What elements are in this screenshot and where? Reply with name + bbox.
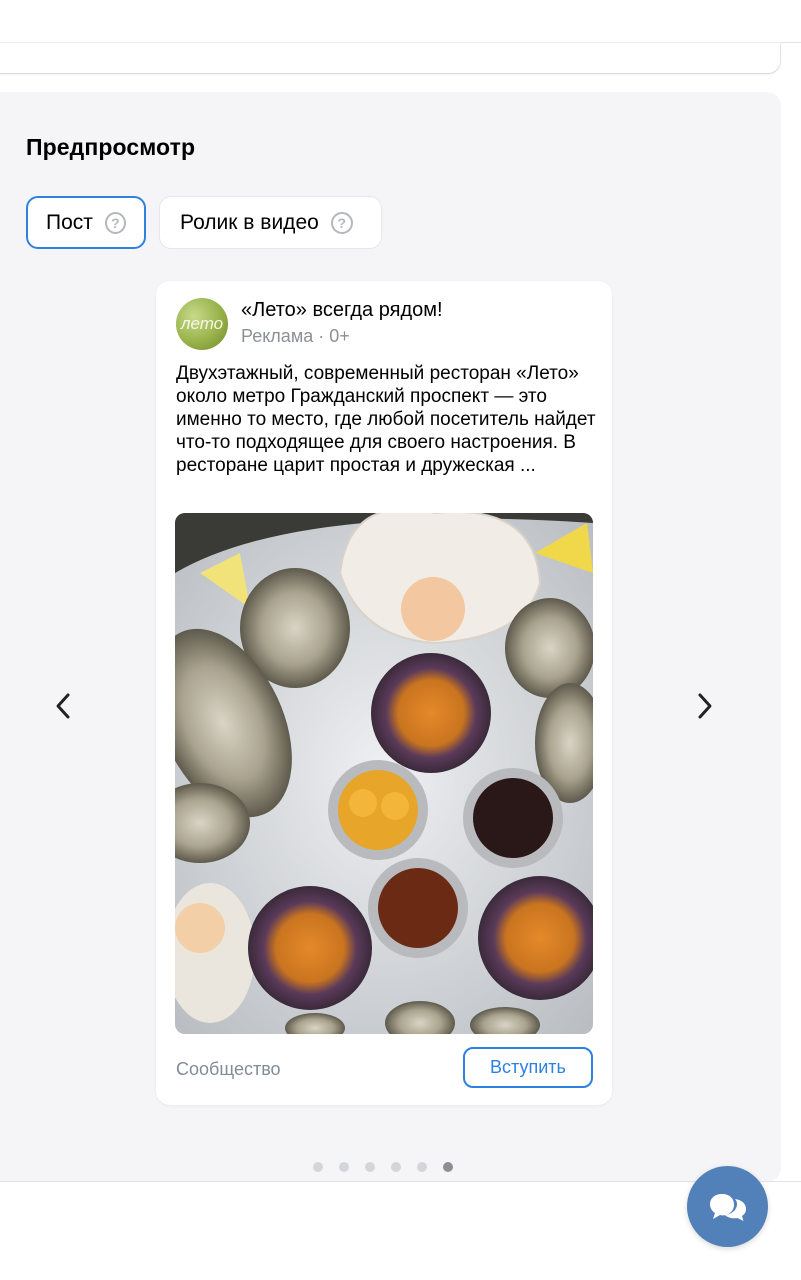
carousel-dot[interactable] — [339, 1162, 349, 1172]
page-edge — [781, 92, 801, 1182]
ad-post-card: лето «Лето» всегда рядом! Реклама · 0+ Д… — [156, 281, 612, 1105]
top-bar — [0, 0, 801, 43]
carousel-next-button[interactable] — [685, 686, 725, 726]
carousel-dot[interactable] — [313, 1162, 323, 1172]
community-label: Сообщество — [176, 1059, 281, 1079]
top-card — [0, 43, 780, 73]
post-text: Двухэтажный, современный ресторан «Лето»… — [176, 363, 596, 476]
carousel-dots — [313, 1162, 453, 1172]
bottom-bar — [0, 1181, 801, 1280]
chat-bubbles-icon — [709, 1193, 746, 1221]
chat-button[interactable] — [687, 1166, 768, 1247]
post-title[interactable]: «Лето» всегда рядом! — [241, 299, 443, 322]
tab-video-clip-label: Ролик в видео — [180, 210, 319, 234]
carousel-dot[interactable] — [391, 1162, 401, 1172]
tab-video-clip[interactable]: Ролик в видео ? — [159, 196, 382, 249]
post-subtitle: Реклама · 0+ — [241, 326, 350, 346]
avatar[interactable]: лето — [176, 298, 228, 350]
chevron-right-icon — [698, 693, 712, 719]
carousel-dot[interactable] — [417, 1162, 427, 1172]
seafood-platter-image — [175, 513, 593, 1034]
tab-post-label: Пост — [46, 210, 93, 234]
carousel-prev-button[interactable] — [43, 686, 83, 726]
question-circle-icon[interactable]: ? — [330, 211, 353, 234]
avatar-logo-text: лето — [180, 314, 224, 333]
chevron-left-icon — [56, 693, 70, 719]
carousel-dot-active[interactable] — [443, 1162, 453, 1172]
carousel-dot[interactable] — [365, 1162, 375, 1172]
question-circle-icon[interactable]: ? — [104, 211, 126, 234]
post-image — [175, 513, 593, 1034]
preview-title: Предпросмотр — [26, 134, 196, 160]
join-button[interactable]: Вступить — [463, 1047, 593, 1088]
tab-post[interactable]: Пост ? — [26, 196, 146, 249]
